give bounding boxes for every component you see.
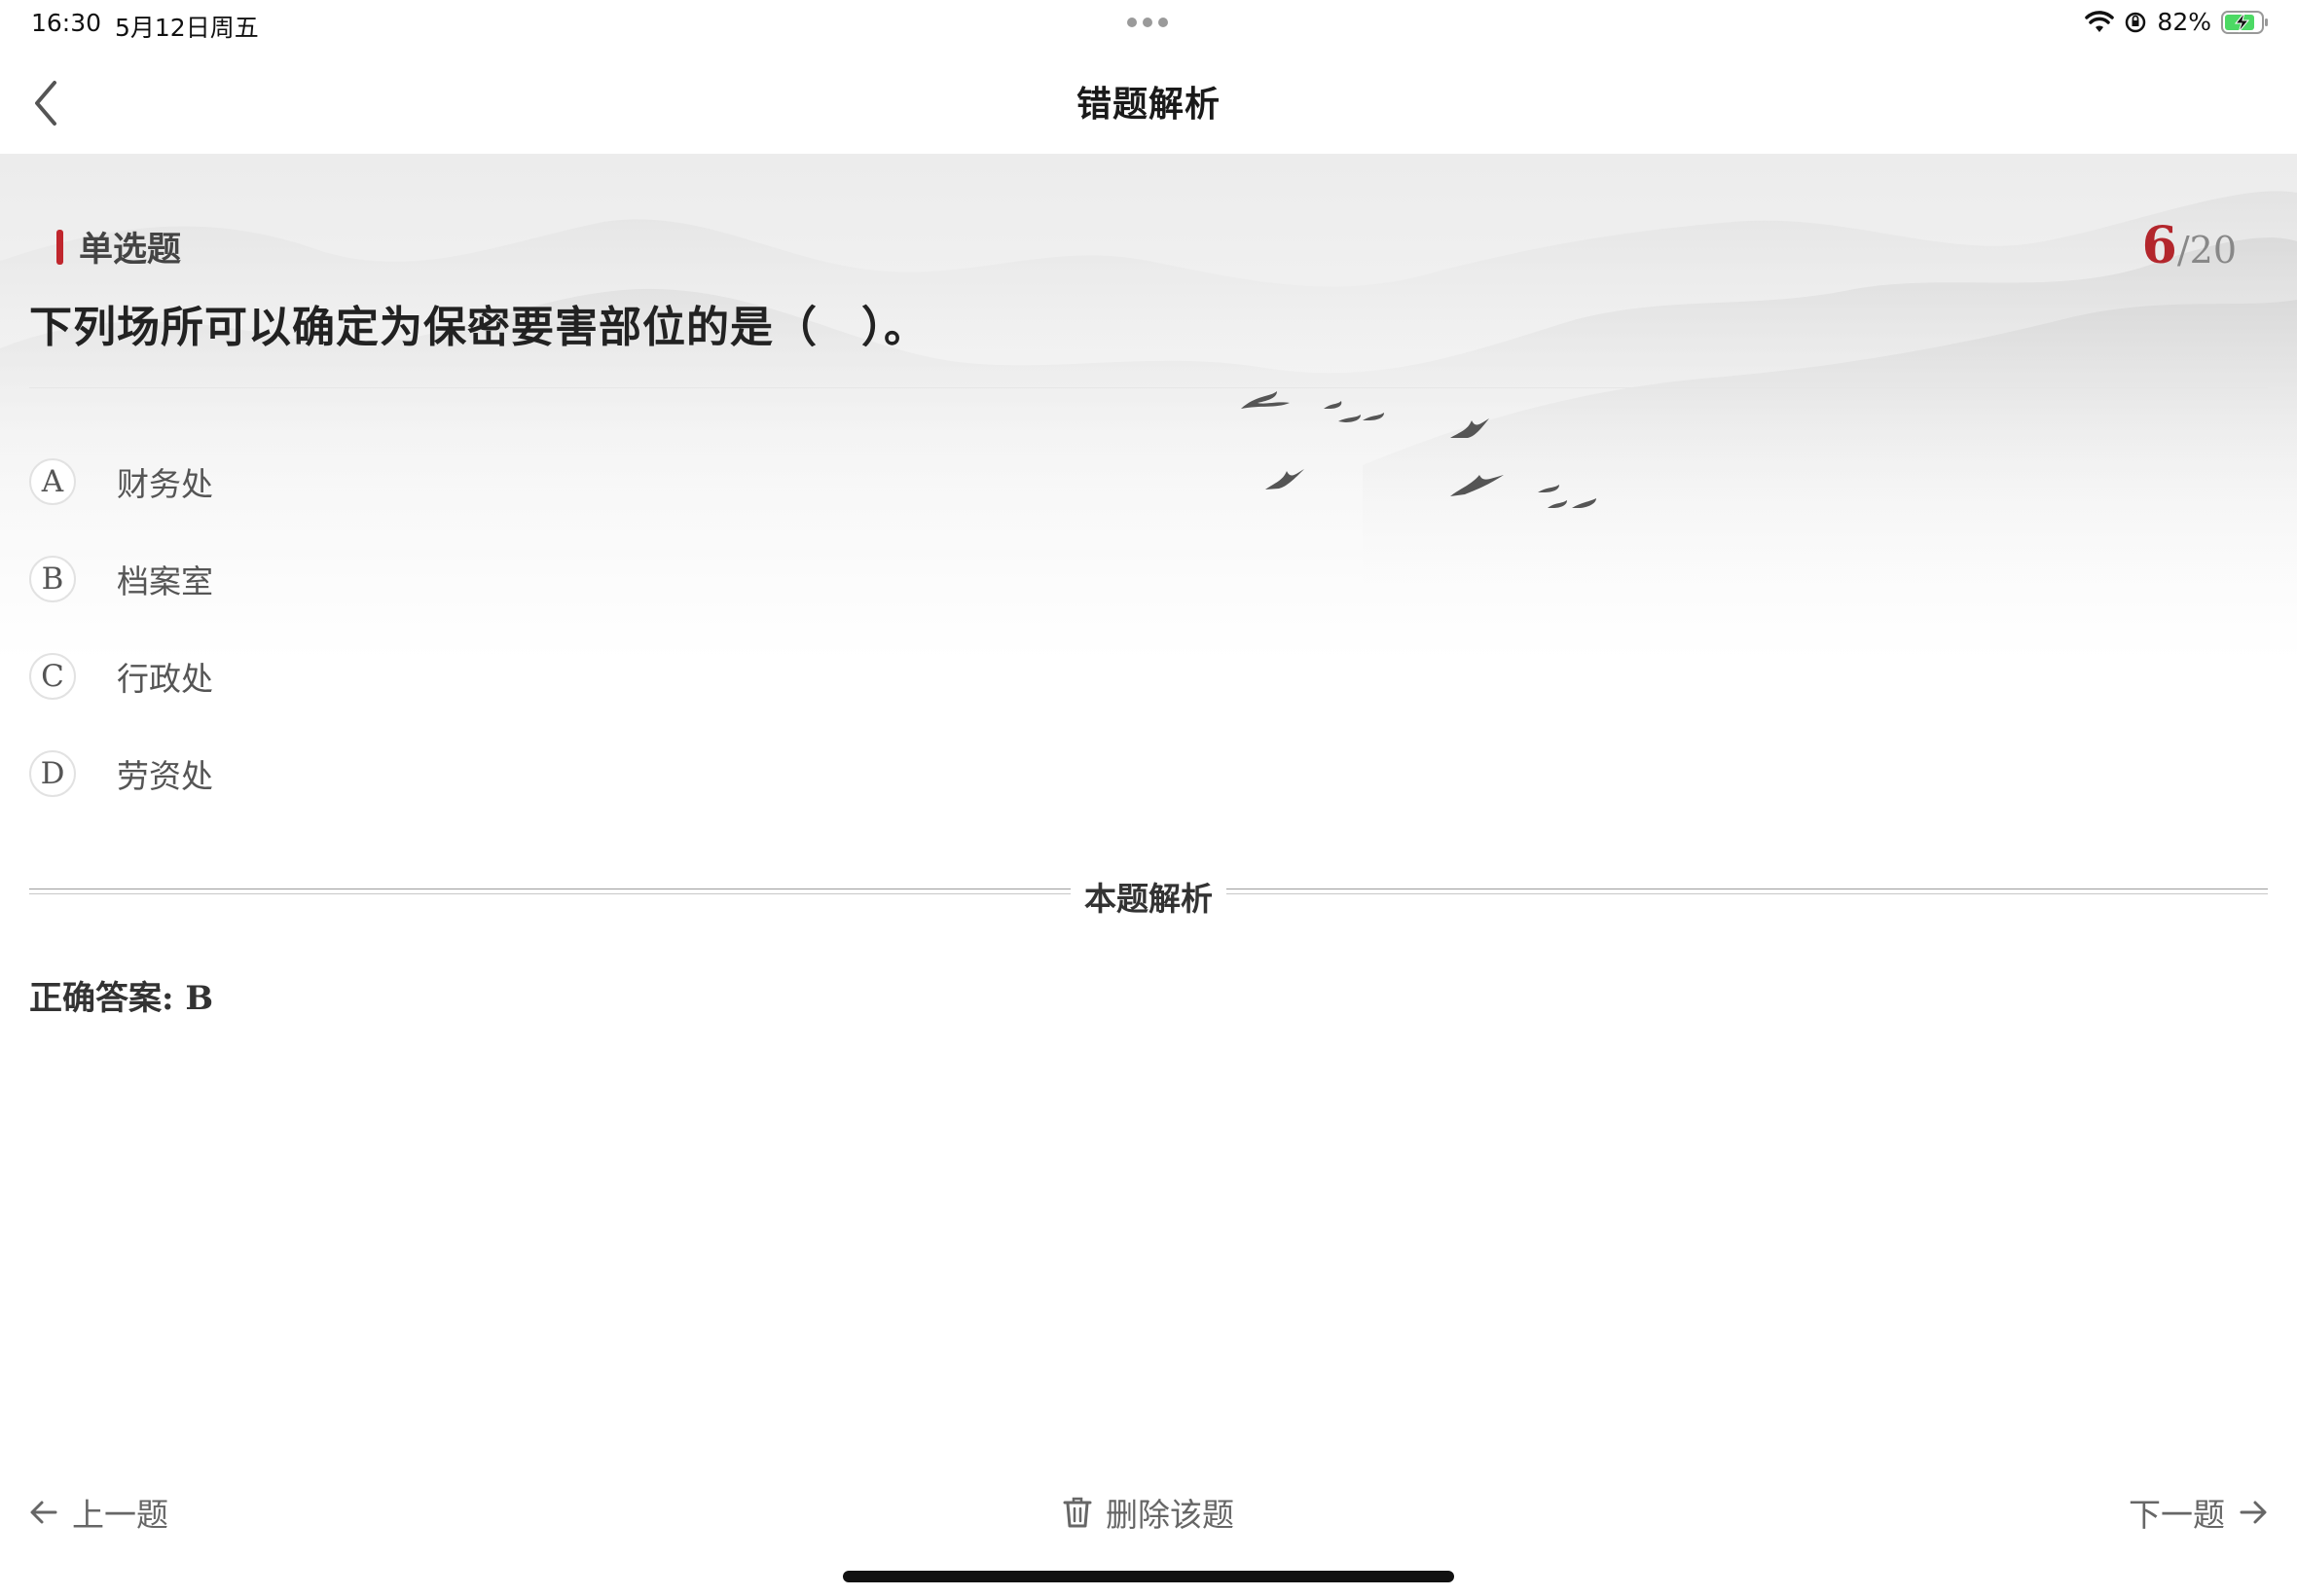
orientation-lock-icon — [2126, 12, 2146, 32]
status-time: 16:30 — [31, 9, 102, 37]
question-current-number: 6 — [2141, 216, 2177, 275]
status-bar: 16:30 5月12日周五 82% — [0, 0, 2297, 47]
question-divider — [29, 387, 2268, 388]
more-dots-icon[interactable] — [1127, 18, 1168, 27]
next-question-button[interactable]: 下一题 — [2129, 1489, 2268, 1536]
analysis-header: 本题解析 — [29, 871, 2268, 918]
previous-question-label: 上一题 — [72, 1496, 168, 1534]
arrow-right-icon — [2240, 1501, 2267, 1524]
delete-question-button[interactable]: 删除该题 — [1063, 1489, 1234, 1536]
previous-question-button[interactable]: 上一题 — [29, 1489, 168, 1536]
wifi-icon — [2085, 10, 2115, 32]
option-a[interactable]: A 财务处 — [29, 453, 613, 511]
trash-icon — [1063, 1497, 1092, 1528]
option-letter: C — [29, 653, 76, 700]
option-text: 劳资处 — [117, 757, 213, 795]
option-letter: B — [29, 556, 76, 602]
delete-question-label: 删除该题 — [1106, 1496, 1234, 1534]
analysis-divider-right — [1226, 889, 2268, 894]
option-text: 行政处 — [117, 660, 213, 698]
battery-percent: 82% — [2157, 8, 2211, 36]
option-c[interactable]: C 行政处 — [29, 647, 613, 706]
home-indicator[interactable] — [843, 1571, 1454, 1582]
question-type-label: 单选题 — [79, 230, 182, 270]
option-b[interactable]: B 档案室 — [29, 550, 613, 608]
correct-answer: 正确答案: B — [29, 979, 214, 1018]
option-d[interactable]: D 劳资处 — [29, 744, 613, 803]
question-counter: 6/20 — [2142, 216, 2237, 275]
option-text: 档案室 — [117, 562, 213, 600]
next-question-label: 下一题 — [2129, 1496, 2225, 1534]
bottom-toolbar: 上一题 删除该题 下一题 — [0, 1479, 2297, 1547]
option-text: 财务处 — [117, 465, 213, 503]
analysis-title: 本题解析 — [1084, 880, 1213, 918]
option-letter: D — [29, 750, 76, 797]
option-letter: A — [29, 458, 76, 505]
question-type-marker — [56, 229, 63, 265]
page: 16:30 5月12日周五 82% 错题解析 单选题 6/20 下列场所可以确定… — [0, 0, 2297, 1596]
status-indicators: 82% — [2085, 8, 2270, 36]
question-text: 下列场所可以确定为保密要害部位的是（ ）。 — [29, 303, 928, 352]
status-date: 5月12日周五 — [115, 14, 259, 42]
arrow-left-icon — [30, 1501, 57, 1524]
question-type: 单选题 — [56, 222, 181, 272]
nav-bar: 错题解析 — [0, 54, 2297, 152]
page-title: 错题解析 — [1076, 84, 1221, 125]
battery-charging-icon — [2221, 10, 2268, 34]
question-total: /20 — [2176, 229, 2237, 272]
